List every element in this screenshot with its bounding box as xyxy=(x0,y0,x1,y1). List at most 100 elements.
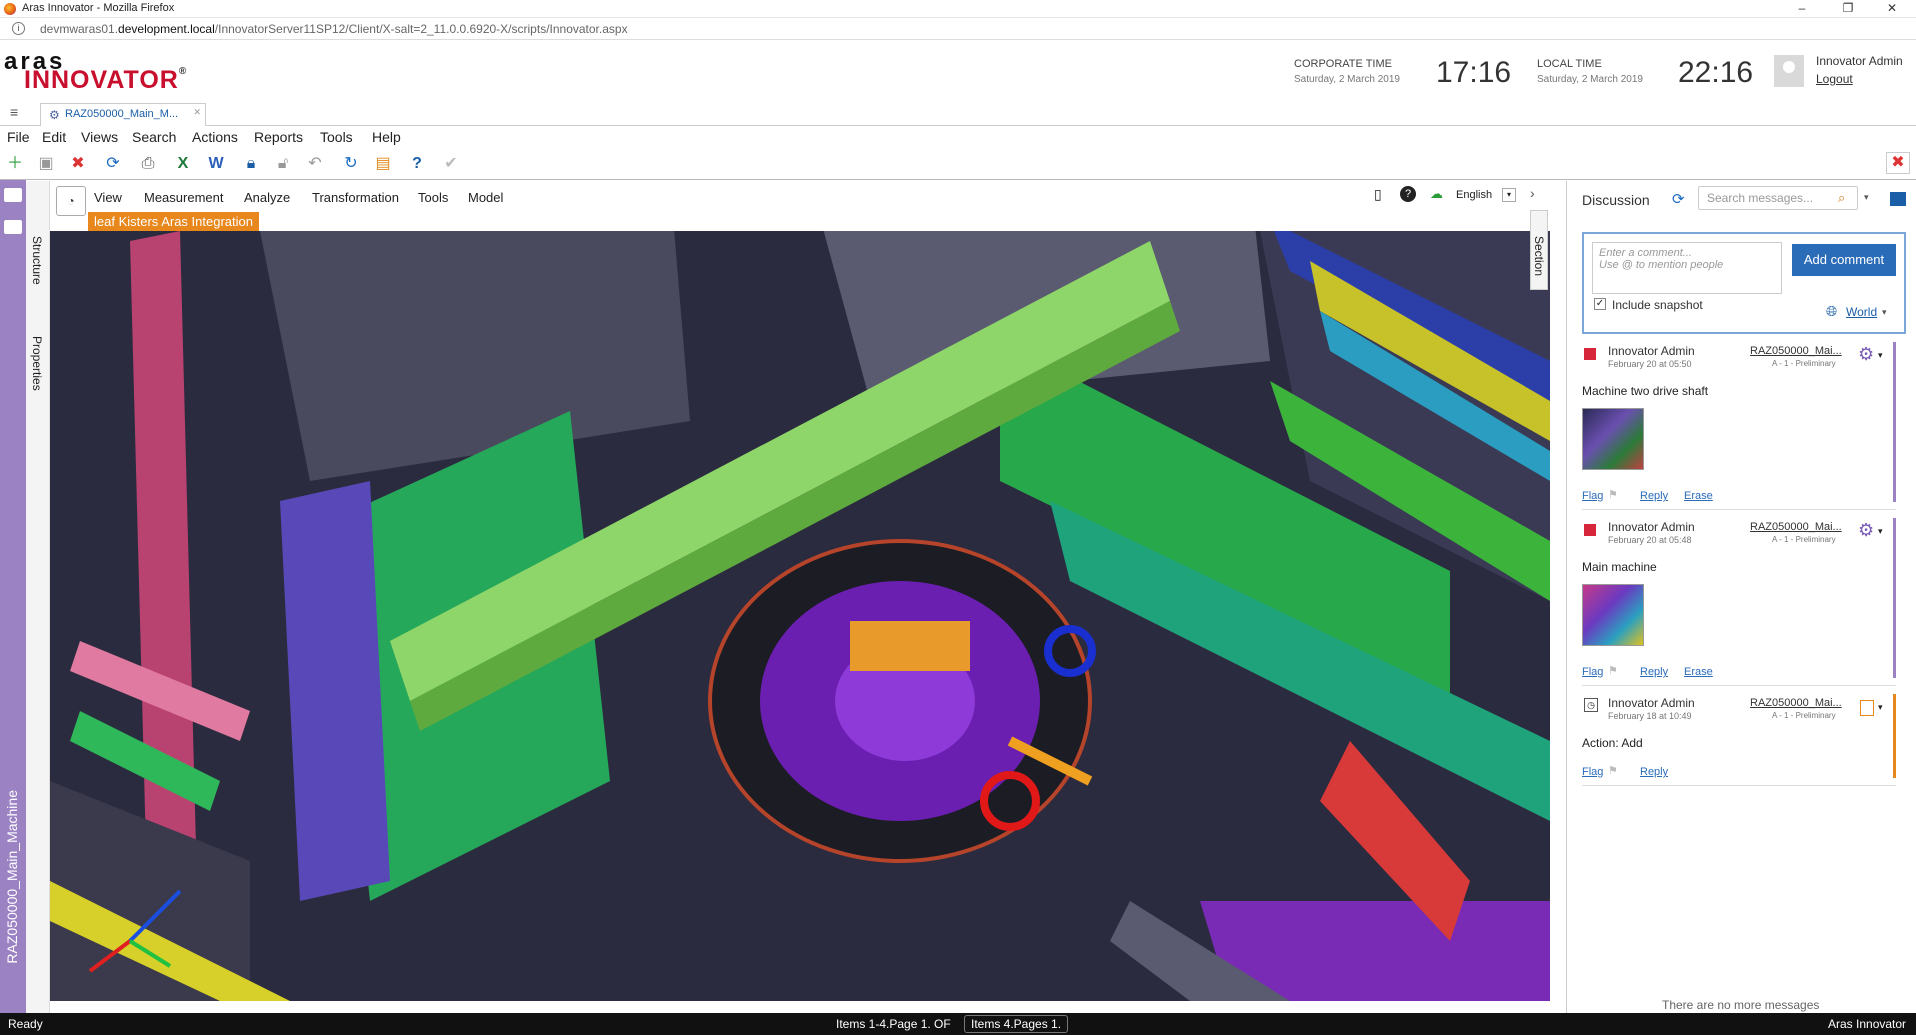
viewer-menu-transformation[interactable]: Transformation xyxy=(312,190,399,205)
snapshot-thumbnail[interactable] xyxy=(1582,584,1644,646)
refresh-icon[interactable]: ⟳ xyxy=(102,154,124,174)
reply-link[interactable]: Reply xyxy=(1640,666,1668,678)
url-text[interactable]: devmwaras01.development.local/InnovatorS… xyxy=(40,22,628,36)
compass-icon[interactable]: ◔ xyxy=(56,186,86,216)
erase-link[interactable]: Erase xyxy=(1684,490,1713,502)
minimize-button[interactable]: – xyxy=(1782,1,1822,17)
include-snapshot-checkbox[interactable]: ✓ xyxy=(1594,298,1606,310)
flag-icon[interactable]: ⚑ xyxy=(1608,488,1618,501)
message-color-bar xyxy=(1893,342,1896,502)
include-snapshot-label: Include snapshot xyxy=(1612,298,1703,312)
add-comment-button[interactable]: Add comment xyxy=(1792,244,1896,276)
tab-structure[interactable]: Structure xyxy=(30,236,44,285)
message-item-sub: A - 1 - Preliminary xyxy=(1772,359,1836,368)
user-name: Innovator Admin xyxy=(1816,54,1903,68)
gear-icon[interactable]: ⚙ xyxy=(1858,344,1874,365)
avatar[interactable] xyxy=(1774,55,1804,87)
logout-link[interactable]: Logout xyxy=(1816,72,1853,86)
image-icon[interactable] xyxy=(4,220,22,234)
url-bar[interactable]: i devmwaras01.development.local/Innovato… xyxy=(0,18,1916,40)
tab-raz050000[interactable]: ⚙ RAZ050000_Main_M... ✕ xyxy=(40,103,206,126)
save-icon[interactable]: ▣ xyxy=(35,154,57,174)
hamburger-icon[interactable]: ≡ xyxy=(10,104,18,120)
language-label[interactable]: English xyxy=(1456,189,1492,201)
viewer-menu-measurement[interactable]: Measurement xyxy=(144,190,223,205)
question-icon[interactable]: ? xyxy=(1400,186,1416,202)
message-author: Innovator Admin xyxy=(1608,696,1695,710)
menu-help[interactable]: Help xyxy=(372,129,401,145)
document-icon[interactable] xyxy=(1860,700,1874,716)
menu-edit[interactable]: Edit xyxy=(42,129,66,145)
flag-link[interactable]: Flag xyxy=(1582,766,1603,778)
browser-titlebar: Aras Innovator - Mozilla Firefox – ❐ ✕ xyxy=(0,0,1916,18)
flag-link[interactable]: Flag xyxy=(1582,666,1603,678)
side-tabs xyxy=(26,181,50,1013)
corporate-time-label: CORPORATE TIME xyxy=(1294,58,1392,70)
layout-icon[interactable] xyxy=(1890,192,1906,206)
close-panel-icon[interactable]: ✖ xyxy=(1886,152,1910,174)
undo-icon[interactable]: ↶ xyxy=(304,154,326,174)
help-icon[interactable]: ? xyxy=(406,154,428,174)
message-author: Innovator Admin xyxy=(1608,520,1695,534)
message-menu-icon[interactable]: ▾ xyxy=(1878,350,1883,361)
item-vertical-title: RAZ050000_Main_Machine xyxy=(4,790,20,964)
3d-viewer[interactable] xyxy=(50,181,1550,1001)
refresh-icon[interactable]: ⟳ xyxy=(1672,190,1685,208)
menu-tools[interactable]: Tools xyxy=(320,129,353,145)
viewer-menu-analyze[interactable]: Analyze xyxy=(244,190,290,205)
message-color-bar xyxy=(1893,518,1896,678)
menu-views[interactable]: Views xyxy=(81,129,118,145)
close-window-button[interactable]: ✕ xyxy=(1872,1,1912,17)
unlock-icon[interactable]: 🔓︎ xyxy=(272,154,294,174)
reply-link[interactable]: Reply xyxy=(1640,490,1668,502)
viewer-menu-view[interactable]: View xyxy=(94,190,122,205)
check-icon[interactable]: ✔ xyxy=(440,154,462,174)
tab-section[interactable]: Section xyxy=(1532,236,1546,276)
comment-input[interactable]: Enter a comment... Use @ to mention peop… xyxy=(1592,242,1782,294)
search-input[interactable]: Search messages... xyxy=(1698,186,1858,210)
local-time: 22:16 xyxy=(1678,56,1754,89)
info-icon[interactable]: i xyxy=(12,22,25,35)
word-icon[interactable]: W xyxy=(205,154,227,174)
maximize-button[interactable]: ❐ xyxy=(1828,1,1868,17)
message-item-link[interactable]: RAZ050000_Mai... xyxy=(1750,697,1842,709)
search-dropdown-icon[interactable]: ▾ xyxy=(1864,192,1869,203)
message-menu-icon[interactable]: ▾ xyxy=(1878,702,1883,713)
promote-icon[interactable]: ↻ xyxy=(340,154,362,174)
flag-icon[interactable]: ⚑ xyxy=(1608,664,1618,677)
menu-file[interactable]: File xyxy=(7,129,30,145)
viewer-menu-model[interactable]: Model xyxy=(468,190,503,205)
message-item-link[interactable]: RAZ050000_Mai... xyxy=(1750,521,1842,533)
flag-link[interactable]: Flag xyxy=(1582,490,1603,502)
menu-search[interactable]: Search xyxy=(132,129,176,145)
message-item-link[interactable]: RAZ050000_Mai... xyxy=(1750,345,1842,357)
chevron-right-icon[interactable]: › xyxy=(1530,185,1535,201)
lock-icon[interactable]: 🔒︎ xyxy=(240,154,262,174)
erase-link[interactable]: Erase xyxy=(1684,666,1713,678)
chevron-down-icon[interactable]: ▾ xyxy=(1502,188,1516,202)
snapshot-thumbnail[interactable] xyxy=(1582,408,1644,470)
app-header xyxy=(0,40,1916,100)
viewer-menu-tools[interactable]: Tools xyxy=(418,190,448,205)
form-icon[interactable] xyxy=(4,188,22,202)
comment-flag-icon xyxy=(1584,348,1596,360)
world-dropdown-icon[interactable]: ▾ xyxy=(1882,307,1887,318)
flag-icon[interactable]: ⚑ xyxy=(1608,764,1618,777)
print-icon[interactable]: ⎙ xyxy=(137,154,159,174)
paging-info: Items 1-4.Page 1. OF xyxy=(836,1017,951,1031)
search-icon[interactable]: ⌕ xyxy=(1838,190,1845,206)
new-icon[interactable]: ＋ xyxy=(4,154,26,174)
clipboard-icon[interactable]: ▤ xyxy=(372,154,394,174)
excel-icon[interactable]: X xyxy=(172,154,194,174)
message-menu-icon[interactable]: ▾ xyxy=(1878,526,1883,537)
local-time-label: LOCAL TIME xyxy=(1537,58,1602,70)
world-link[interactable]: World xyxy=(1846,305,1877,319)
tab-close-icon[interactable]: ✕ xyxy=(193,107,201,118)
reply-link[interactable]: Reply xyxy=(1640,766,1668,778)
mobile-icon[interactable]: ▯ xyxy=(1374,186,1382,203)
menu-actions[interactable]: Actions xyxy=(192,129,238,145)
delete-icon[interactable]: ✖ xyxy=(67,154,89,174)
gear-icon[interactable]: ⚙ xyxy=(1858,520,1874,541)
tab-properties[interactable]: Properties xyxy=(30,336,44,391)
menu-reports[interactable]: Reports xyxy=(254,129,303,145)
